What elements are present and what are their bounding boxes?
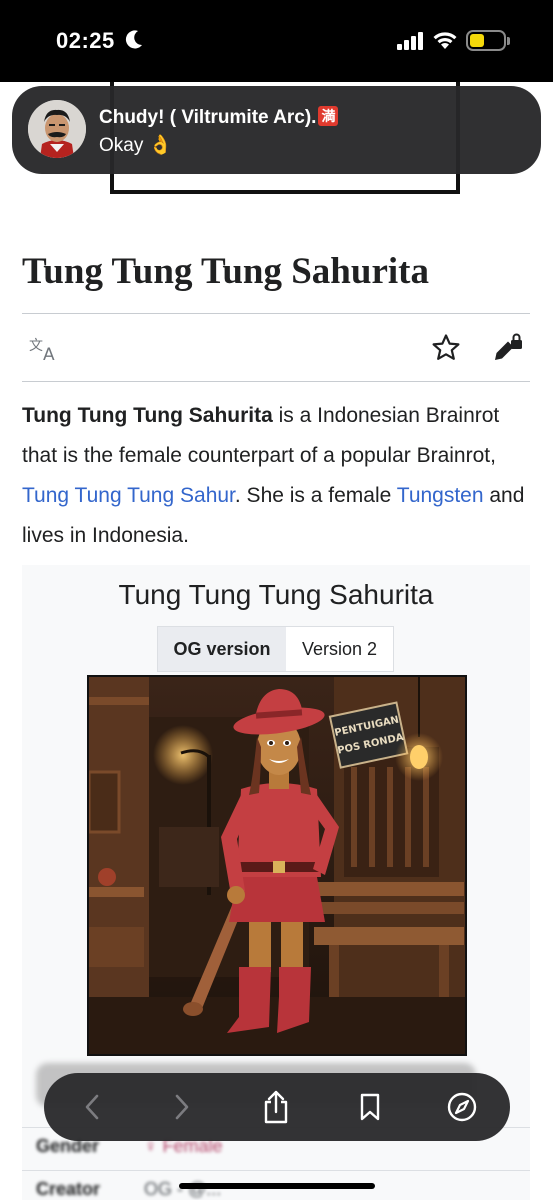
lead-text: . She is a female <box>234 484 397 507</box>
sender-avatar <box>28 100 86 158</box>
tab-og-version[interactable]: OG version <box>158 627 286 671</box>
infobox-tabs: OG version Version 2 <box>157 626 394 672</box>
back-icon <box>85 1094 99 1120</box>
tabs-button[interactable] <box>442 1087 482 1127</box>
link-tungsten[interactable]: Tungsten <box>397 484 484 507</box>
sender-emoji: 満 <box>318 106 339 126</box>
wifi-icon <box>433 32 457 49</box>
page-title: Tung Tung Tung Sahurita <box>22 251 429 292</box>
forward-icon <box>175 1094 189 1120</box>
tab-version-2[interactable]: Version 2 <box>286 627 393 671</box>
svg-text:文: 文 <box>29 338 43 354</box>
signal-icon <box>397 32 423 50</box>
share-button[interactable] <box>256 1087 296 1127</box>
link-tung-tung-tung-sahur[interactable]: Tung Tung Tung Sahur <box>22 484 235 507</box>
status-bar: 02:25 <box>0 0 553 82</box>
lead-paragraph: Tung Tung Tung Sahurita is a Indonesian … <box>22 396 537 556</box>
bookmarks-icon <box>360 1093 380 1121</box>
battery-icon <box>466 30 510 51</box>
back-button[interactable] <box>72 1087 112 1127</box>
browser-toolbar <box>44 1073 510 1141</box>
lead-bold-title: Tung Tung Tung Sahurita <box>22 404 273 427</box>
notification-sender: Chudy! ( Viltrumite Arc). 満 <box>99 106 339 129</box>
svg-text:A: A <box>43 345 55 362</box>
title-divider <box>22 313 530 314</box>
compass-icon <box>447 1092 477 1122</box>
actions-divider <box>22 381 530 382</box>
home-indicator[interactable] <box>179 1183 375 1189</box>
moon-icon <box>125 30 142 49</box>
share-icon <box>264 1090 288 1124</box>
notification-message: Okay 👌 <box>99 135 173 156</box>
bookmarks-button[interactable] <box>350 1087 390 1127</box>
character-image[interactable]: PENTUIGAN POS RONDA <box>87 675 467 1056</box>
message-notification[interactable]: Chudy! ( Viltrumite Arc). 満 Okay 👌 <box>12 86 541 174</box>
edit-locked-icon[interactable] <box>492 333 524 363</box>
language-icon[interactable]: 文 A <box>29 336 61 362</box>
infobox-label: Creator <box>36 1179 101 1199</box>
status-time: 02:25 <box>56 28 115 53</box>
star-icon[interactable] <box>431 333 461 363</box>
forward-button[interactable] <box>162 1087 202 1127</box>
infobox-title: Tung Tung Tung Sahurita <box>118 579 434 610</box>
